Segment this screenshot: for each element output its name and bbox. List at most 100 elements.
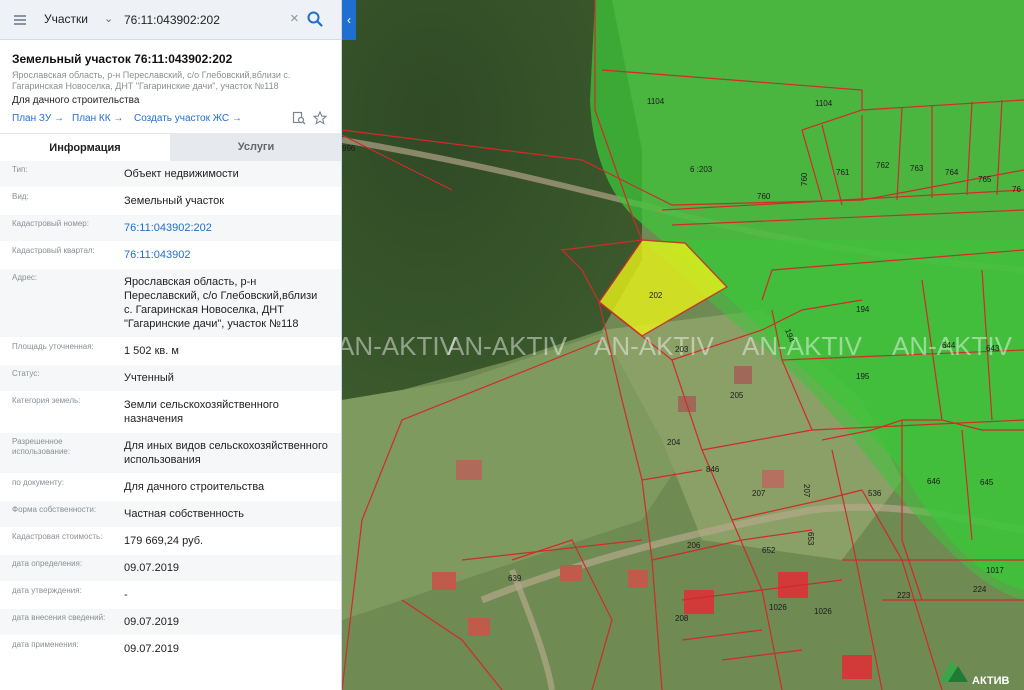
svg-text:AN-AKTIV: AN-AKTIV — [742, 331, 863, 361]
info-row: Площадь уточненная: 1 502 кв. м — [0, 338, 341, 365]
info-row: Статус: Учтенный — [0, 365, 341, 392]
info-row-label: Статус: — [12, 369, 40, 378]
chevron-down-icon[interactable]: ⌄ — [104, 12, 113, 25]
info-row-value: 179 669,24 руб. — [124, 535, 204, 547]
info-row-value: Земельный участок — [124, 195, 225, 207]
info-row-label: Адрес: — [12, 273, 38, 282]
tab-info[interactable]: Информация — [0, 133, 170, 161]
svg-text:АКТИВ: АКТИВ — [972, 675, 1010, 687]
info-row-value-link[interactable]: 76:11:043902:202 — [112, 215, 334, 241]
info-row: Кадастровый квартал: 76:11:043902 — [0, 242, 341, 269]
info-row-value: Для дачного строительства — [124, 481, 265, 493]
parcel-label: 1104 — [647, 97, 665, 106]
info-row-label: Тип: — [12, 165, 28, 174]
parcel-label: 760 — [800, 172, 809, 186]
parcel-label: 206 — [687, 541, 701, 550]
info-table: Тип: Объект недвижимости Вид: Земельный уча… — [0, 161, 341, 663]
parcel-label: 536 — [868, 489, 882, 498]
house — [560, 565, 582, 581]
info-row-label: дата применения: — [12, 640, 79, 649]
info-row-label: Вид: — [12, 192, 29, 201]
parcel-label: 208 — [675, 614, 689, 623]
map-canvas[interactable]: AN-AKTIV AN-AKTIV AN-AKTIV AN-AKTIV AN-A… — [342, 0, 1024, 690]
parcel-label: 996 — [342, 144, 356, 153]
parcel-label: 645 — [980, 478, 994, 487]
info-row: Адрес: Ярославская область, р-н Переславс… — [0, 269, 341, 338]
parcel-label: 1026 — [814, 607, 832, 616]
info-row-value: Ярославская область, р-н Переславский, с… — [124, 276, 318, 330]
parcel-label: 202 — [649, 291, 663, 300]
parcel-label: 1104 — [815, 99, 833, 108]
info-panel: Участки ⌄ × Земельный участок 76:11:0439… — [0, 0, 342, 690]
parcel-label: 764 — [945, 168, 959, 177]
clear-icon[interactable]: × — [290, 11, 299, 27]
search-input[interactable] — [124, 9, 284, 31]
info-row-label: дата утверждения: — [12, 586, 82, 595]
info-row: дата применения: 09.07.2019 — [0, 636, 341, 663]
info-row-value: - — [124, 589, 128, 601]
info-row-label: дата внесения сведений: — [12, 613, 106, 622]
parcel-label: 1017 — [986, 566, 1004, 575]
parcel-label: 846 — [706, 465, 720, 474]
parcel-label: 224 — [973, 585, 987, 594]
info-row-value-link[interactable]: 76:11:043902 — [112, 242, 334, 268]
parcel-label: 207 — [802, 484, 811, 498]
info-row: дата утверждения: - — [0, 582, 341, 609]
search-icon[interactable] — [306, 10, 324, 28]
house — [842, 655, 872, 679]
info-row: Вид: Земельный участок — [0, 188, 341, 215]
parcel-label: 644 — [942, 341, 956, 350]
info-row-label: Форма собственности: — [12, 505, 97, 514]
svg-text:AN-AKTIV: AN-AKTIV — [594, 331, 715, 361]
search-bar: Участки ⌄ × — [0, 0, 341, 40]
info-row: по документу: Для дачного строительства — [0, 474, 341, 501]
info-row: Форма собственности: Частная собственност… — [0, 501, 341, 528]
info-row-label: по документу: — [12, 478, 64, 487]
create-parcel-link[interactable]: Создать участок ЖС → — [134, 113, 242, 124]
info-row-label: дата определения: — [12, 559, 83, 568]
info-row: Разрешенное использование: Для иных видов… — [0, 433, 341, 474]
info-row-label: Площадь уточненная: — [12, 342, 94, 351]
tabs: Информация Услуги — [0, 133, 341, 161]
info-row: Кадастровый номер: 76:11:043902:202 — [0, 215, 341, 242]
parcel-title: Земельный участок 76:11:043902:202 — [12, 52, 233, 66]
parcel-usage: Для дачного строительства — [12, 95, 140, 106]
search-category-select[interactable]: Участки — [44, 12, 88, 26]
parcel-label: 6 :203 — [690, 165, 713, 174]
parcel-label: 223 — [897, 591, 911, 600]
info-row-value: 09.07.2019 — [124, 616, 180, 628]
parcel-label: 643 — [986, 344, 1000, 353]
house — [468, 618, 490, 636]
plan-zu-link[interactable]: План ЗУ → — [12, 113, 64, 124]
parcel-label: 1026 — [769, 603, 787, 612]
info-row-label: Категория земель: — [12, 396, 81, 405]
info-row: Тип: Объект недвижимости — [0, 161, 341, 188]
star-icon[interactable] — [313, 111, 327, 125]
tab-services[interactable]: Услуги — [170, 133, 341, 161]
parcel-label: 204 — [667, 438, 681, 447]
info-row-label: Кадастровый квартал: — [12, 246, 95, 255]
info-row: Категория земель: Земли сельскохозяйствен… — [0, 392, 341, 433]
cadastral-map[interactable]: AN-AKTIV AN-AKTIV AN-AKTIV AN-AKTIV AN-A… — [342, 0, 1024, 690]
svg-text:AN-AKTIV: AN-AKTIV — [342, 331, 458, 361]
house — [456, 460, 482, 480]
house — [734, 366, 752, 384]
info-row: дата определения: 09.07.2019 — [0, 555, 341, 582]
parcel-label: 194 — [856, 305, 870, 314]
menu-icon[interactable] — [14, 13, 30, 27]
parcel-label: 195 — [856, 372, 870, 381]
parcel-label: 653 — [806, 532, 815, 546]
parcel-label: 205 — [730, 391, 744, 400]
info-row-value: 09.07.2019 — [124, 643, 180, 655]
house — [628, 570, 648, 588]
search-document-icon[interactable] — [292, 111, 306, 125]
parcel-label: 761 — [836, 168, 850, 177]
info-row-label: Кадастровый номер: — [12, 219, 89, 228]
info-row-label: Разрешенное использование: — [12, 437, 71, 456]
parcel-label: 639 — [508, 574, 522, 583]
collapse-panel-button[interactable]: ‹ — [342, 0, 356, 40]
info-row-value: Для иных видов сельскохозяйственного исп… — [124, 440, 328, 466]
parcel-label: 207 — [752, 489, 766, 498]
plan-kk-link[interactable]: План КК → — [72, 113, 123, 124]
info-row-value: 09.07.2019 — [124, 562, 180, 574]
